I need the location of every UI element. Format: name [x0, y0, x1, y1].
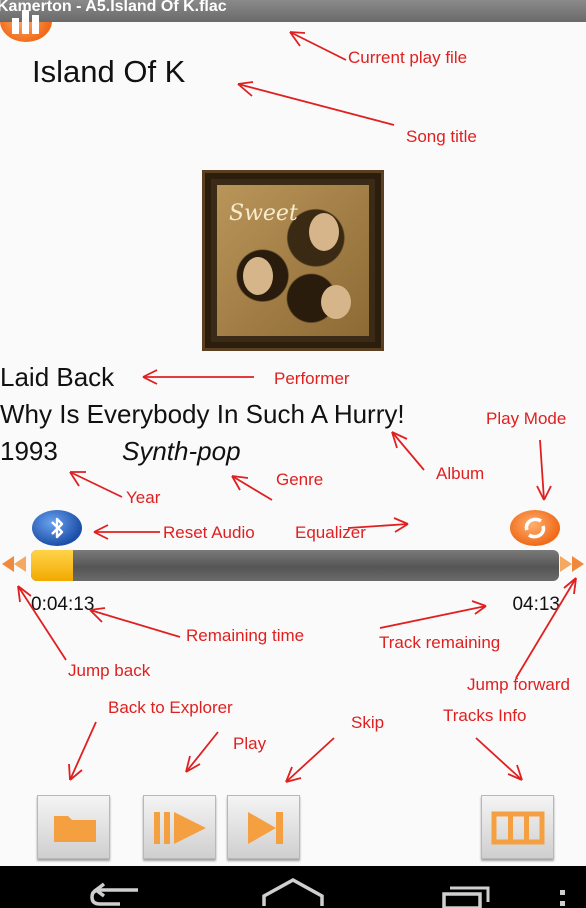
song-title: Island Of K	[32, 54, 186, 89]
overflow-menu-icon[interactable]	[560, 890, 565, 906]
annotation-play: Play	[233, 734, 267, 753]
film-strip-icon	[491, 811, 545, 845]
jump-back-button[interactable]	[0, 552, 28, 576]
equalizer-icon	[12, 10, 39, 34]
jump-forward-button[interactable]	[560, 552, 586, 576]
album-cover: Sweet	[202, 170, 384, 351]
genre: Synth-pop	[122, 436, 241, 466]
album: Why Is Everybody In Such A Hurry!	[0, 399, 405, 429]
tracks-info-button[interactable]	[481, 795, 554, 859]
home-icon[interactable]	[262, 878, 324, 906]
play-pause-icon	[154, 812, 206, 844]
annotation-back-to-explorer: Back to Explorer	[108, 698, 233, 717]
annotation-reset-audio: Reset Audio	[163, 523, 255, 542]
play-mode-button[interactable]	[510, 510, 560, 546]
annotation-jump-forward: Jump forward	[467, 675, 570, 694]
annotation-play-mode: Play Mode	[486, 409, 567, 428]
annotation-genre: Genre	[276, 470, 324, 489]
folder-icon	[54, 816, 96, 842]
skip-next-icon	[248, 812, 283, 844]
annotation-equalizer: Equalizer	[295, 523, 366, 542]
annotation-performer: Performer	[274, 369, 350, 388]
play-button[interactable]	[143, 795, 216, 859]
elapsed-time: 0:04:13	[31, 594, 95, 615]
bluetooth-icon	[51, 517, 64, 539]
recents-icon[interactable]	[442, 886, 490, 908]
progress-fill	[31, 550, 74, 581]
annotation-album: Album	[436, 464, 485, 483]
annotation-jump-back: Jump back	[68, 661, 151, 680]
system-nav-bar	[0, 866, 586, 908]
annotation-skip: Skip	[351, 713, 385, 732]
fast-forward-icon	[560, 556, 584, 572]
annotation-remaining-time: Remaining time	[186, 626, 305, 645]
annotation-year: Year	[126, 488, 161, 507]
rewind-icon	[2, 556, 26, 572]
progress-bar[interactable]	[31, 550, 559, 581]
annotation-track-remaining: Track remaining	[379, 633, 501, 652]
skip-button[interactable]	[227, 795, 300, 859]
repeat-icon	[524, 517, 546, 539]
annotation-song-title: Song title	[406, 127, 477, 146]
equalizer-button[interactable]	[0, 0, 52, 42]
annotation-current-play-file: Current play file	[348, 48, 468, 67]
year: 1993	[0, 436, 58, 466]
track-remaining-time: 04:13	[512, 594, 560, 615]
reset-audio-button[interactable]	[32, 510, 82, 546]
back-icon[interactable]	[90, 882, 138, 906]
back-to-explorer-button[interactable]	[37, 795, 110, 859]
performer: Laid Back	[0, 362, 115, 392]
annotation-tracks-info: Tracks Info	[443, 706, 527, 725]
annotation-arrows	[17, 31, 577, 783]
title-bar: Kamerton - A5.Island Of K.flac	[0, 0, 586, 22]
